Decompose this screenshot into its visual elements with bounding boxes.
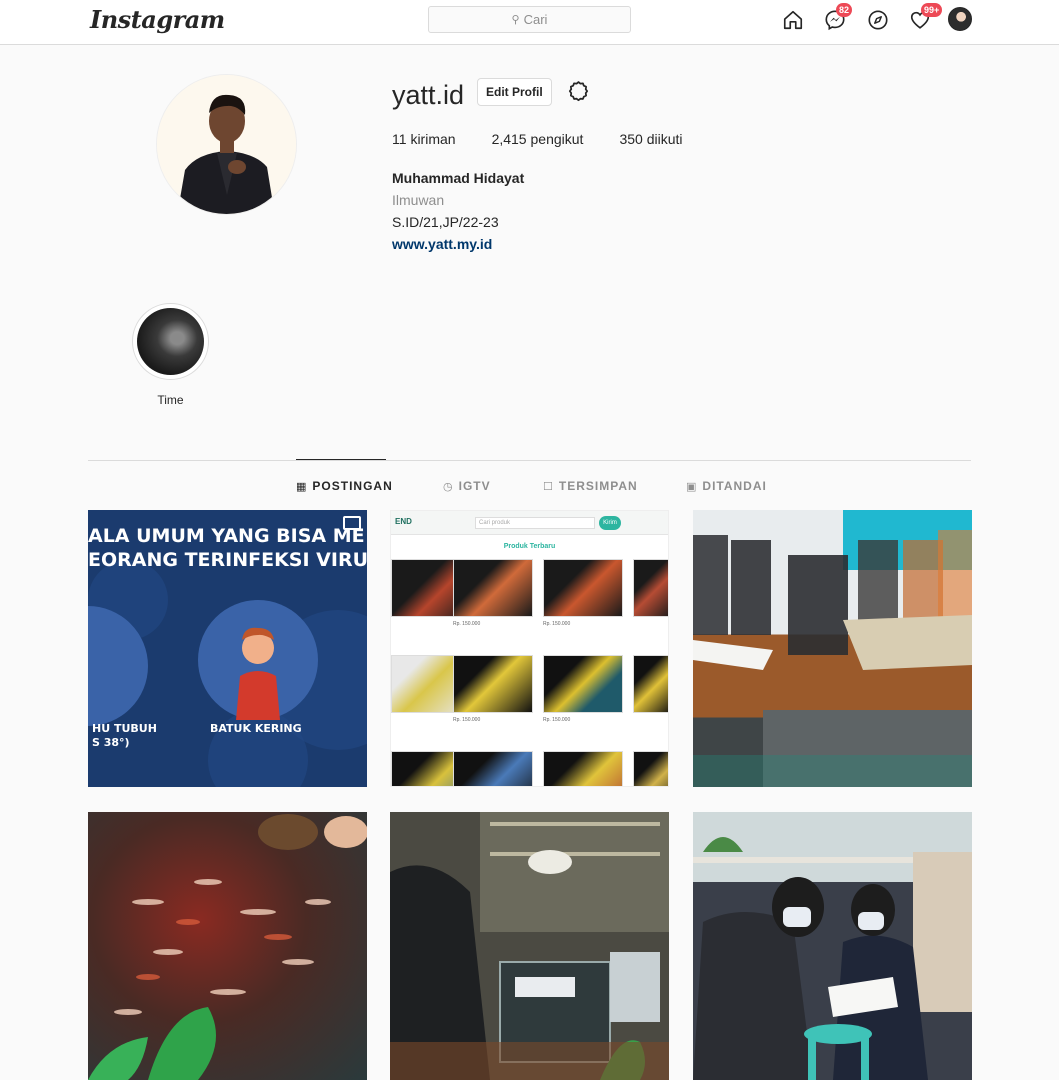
posts-count-value: 11 [392,131,407,147]
product-card [633,751,668,786]
posts-count-label: kiriman [410,131,456,147]
tab-igtv[interactable]: ◷ IGTV [443,479,491,493]
following-count-value: 350 [619,131,643,147]
story-highlight[interactable] [132,303,209,380]
settings-gear-icon[interactable] [566,80,591,105]
product-price: Rp. 150.000 [543,717,571,723]
tab-ditandai-label: DITANDAI [702,479,767,493]
symptom-label-fever-temp: S 38°) [92,736,130,749]
product-price: Rp. 150.000 [543,621,571,627]
aquarium-jars-photo-icon [693,510,972,787]
post-caption-line-2: EORANG TERINFEKSI VIRUS [88,549,367,571]
instagram-logo[interactable]: Instagram [90,5,225,34]
tab-ditandai[interactable]: ▣ DITANDAI [686,479,767,493]
tab-tersimpan[interactable]: ☐ TERSIMPAN [543,479,638,493]
tabs-divider [88,460,971,461]
product-card [633,655,668,713]
tab-postingan-label: POSTINGAN [312,479,393,493]
post-thumbnail[interactable] [88,812,367,1080]
product-card [453,655,533,713]
profile-nav-avatar[interactable] [948,7,974,33]
product-card [543,655,623,713]
cough-illustration [198,600,318,720]
search-placeholder: Cari [523,12,548,27]
product-price: Rp. 150.000 [453,717,481,723]
profile-username: yatt.id [392,80,465,110]
story-highlight-label: Time [157,393,184,407]
profile-category: Ilmuwan [392,192,445,208]
home-icon[interactable] [780,7,806,33]
search-input[interactable]: ⚲ Cari [428,6,631,33]
heart-icon[interactable]: 99+ [907,3,943,33]
fish-pond-photo-icon [88,814,367,1080]
edit-profile-button[interactable]: Edit Profil [477,78,552,106]
aquarium-shelf-photo-icon [390,812,669,1080]
bookmark-icon: ☐ [543,480,554,493]
shop-search: Cari produk [475,517,595,529]
product-card [543,751,623,786]
following-count-label: diikuti [646,131,683,147]
product-card [453,559,533,617]
tab-postingan[interactable]: ▦ POSTINGAN [296,479,393,493]
profile-photo-icon [157,75,296,214]
search-icon: ⚲ [511,14,520,26]
followers-count[interactable]: 2,415 pengikut [492,131,584,147]
posts-count: 11 kiriman [392,131,456,147]
profile-full-name: Muhammad Hidayat [392,170,525,186]
symptom-label-cough: BATUK KERING [210,722,302,735]
followers-count-value: 2,415 [491,131,527,147]
profile-stats: 11 kiriman 2,415 pengikut 350 diikuti [392,131,718,147]
shop-section-title: Produk Terbaru [503,543,556,550]
product-card [453,751,533,786]
messenger-icon[interactable]: 82 [822,3,853,33]
messenger-badge: 82 [836,3,853,17]
top-navigation-bar: Instagram ⚲ Cari 82 99+ [0,0,1059,45]
igtv-icon: ◷ [443,480,454,493]
symptom-label-fever: HU TUBUH [92,722,157,735]
product-price: Rp. 150.000 [453,621,481,627]
explore-icon[interactable] [865,7,891,33]
highlight-cover-image [137,308,204,375]
profile-website-link[interactable]: www.yatt.my.id [392,236,492,252]
product-card [543,559,623,617]
active-tab-indicator [296,459,386,460]
grid-icon: ▦ [296,480,308,493]
tab-tersimpan-label: TERSIMPAN [558,479,638,493]
post-thumbnail[interactable]: END Cari produk Kirim Produk Terbaru Rp.… [390,510,669,787]
following-count[interactable]: 350 diikuti [619,131,682,147]
shop-logo: END [395,517,412,526]
post-caption-overlay: ALA UMUM YANG BISA ME EORANG TERINFEKSI … [88,524,367,572]
followers-count-label: pengikut [530,131,584,147]
profile-bio: S.ID/21,JP/22-23 [392,214,499,230]
activity-badge: 99+ [921,3,943,17]
post-thumbnail[interactable] [693,812,972,1080]
tagged-icon: ▣ [686,480,698,493]
shop-button: Kirim [599,516,621,530]
coughing-person-icon [236,627,280,720]
avatar-icon [948,7,972,31]
product-card [633,559,668,617]
tab-igtv-label: IGTV [458,479,491,493]
post-thumbnail[interactable] [390,812,669,1080]
post-caption-line-1: ALA UMUM YANG BISA ME [88,525,365,547]
post-thumbnail[interactable]: ALA UMUM YANG BISA ME EORANG TERINFEKSI … [88,510,367,787]
two-people-reading-photo-icon [693,812,972,1080]
post-thumbnail[interactable] [693,510,972,787]
profile-avatar[interactable] [156,74,297,215]
shop-header: END Cari produk Kirim [391,511,668,535]
